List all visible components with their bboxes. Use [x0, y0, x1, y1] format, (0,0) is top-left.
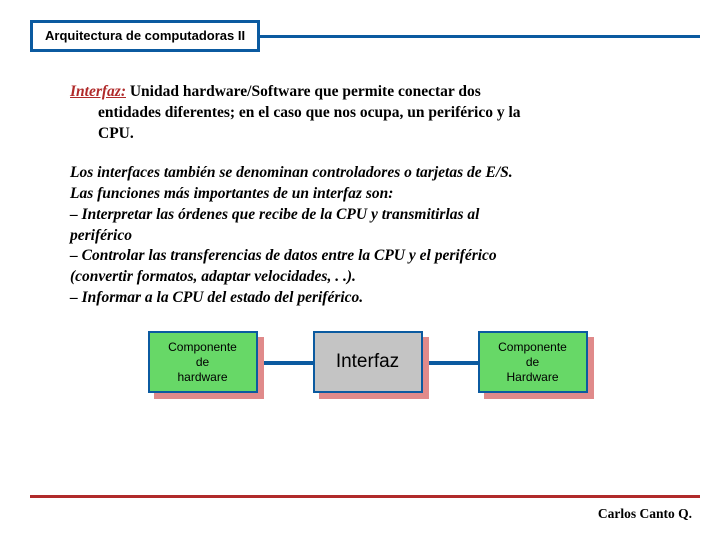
box-label-right: ComponentedeHardware [498, 340, 567, 385]
body-line-3: – Interpretar las órdenes que recibe de … [70, 205, 665, 226]
diagram-box-left: Componentedehardware [148, 331, 258, 393]
definition-text-2: entidades diferentes; en el caso que nos… [70, 103, 665, 124]
connector-right [423, 361, 478, 365]
body-line-2: Las funciones más importantes de un inte… [70, 184, 665, 205]
box-label-center: Interfaz [336, 350, 399, 374]
body-line-7: – Informar a la CPU del estado del perif… [70, 288, 665, 309]
diagram-box-center: Interfaz [313, 331, 423, 393]
definition-text-3: CPU. [70, 124, 665, 145]
body-block: Los interfaces también se denominan cont… [70, 163, 665, 309]
box-content-left: Componentedehardware [148, 331, 258, 393]
connector-left [258, 361, 313, 365]
body-line-5: – Controlar las transferencias de datos … [70, 246, 665, 267]
definition-text-1: Unidad hardware/Software que permite con… [126, 83, 481, 100]
header: Arquitectura de computadoras II [0, 0, 720, 52]
body-line-4: periférico [70, 226, 665, 247]
slide-title: Arquitectura de computadoras II [45, 28, 245, 43]
content-area: Interfaz: Unidad hardware/Software que p… [0, 52, 720, 403]
diagram: Componentedehardware Interfaz Componente… [70, 331, 665, 393]
diagram-box-right: ComponentedeHardware [478, 331, 588, 393]
body-line-6: (convertir formatos, adaptar velocidades… [70, 267, 665, 288]
footer-author: Carlos Canto Q. [598, 506, 692, 522]
box-label-left: Componentedehardware [168, 340, 237, 385]
body-line-1: Los interfaces también se denominan cont… [70, 163, 665, 184]
box-content-right: ComponentedeHardware [478, 331, 588, 393]
slide-title-box: Arquitectura de computadoras II [30, 20, 260, 52]
definition-block: Interfaz: Unidad hardware/Software que p… [70, 82, 665, 145]
definition-line-1: Interfaz: Unidad hardware/Software que p… [70, 82, 665, 103]
footer-rule [30, 495, 700, 498]
box-content-center: Interfaz [313, 331, 423, 393]
definition-label: Interfaz: [70, 83, 126, 100]
